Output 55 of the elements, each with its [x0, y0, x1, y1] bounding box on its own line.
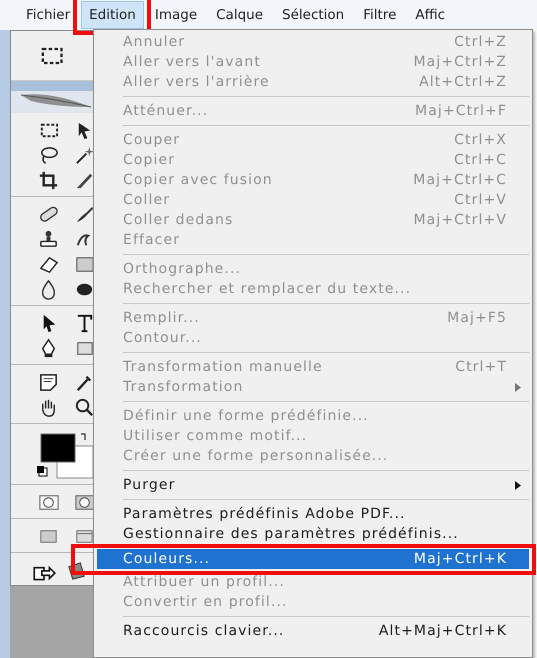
color-swatches-icon[interactable]: [37, 432, 93, 480]
shortcut-label: Maj+Ctrl+V: [414, 211, 507, 230]
note-icon[interactable]: [37, 371, 60, 394]
menu-item-label: Utiliser comme motif...: [123, 427, 308, 446]
menu-item-label: Aller vers l'arrière: [123, 73, 270, 92]
menu-item-label: Atténuer...: [123, 102, 208, 121]
menu-item-label: Contour...: [123, 329, 202, 348]
menu-item[interactable]: Purger: [97, 475, 529, 495]
shortcut-label: Ctrl+C: [454, 151, 507, 170]
shortcut-label: Maj+Ctrl+F: [415, 102, 507, 121]
menu-item-label: Définir une forme prédéfinie...: [123, 407, 369, 426]
menu-item-label: Gestionnaire des paramètres prédéfinis...: [123, 525, 459, 544]
menu-item[interactable]: Filtre: [355, 1, 404, 29]
menu-item-label: Raccourcis clavier...: [123, 622, 284, 641]
menu-item-label: Copier avec fusion: [123, 171, 273, 190]
menu-item-label: Couper: [123, 131, 180, 150]
menu-item-label: Remplir...: [123, 309, 200, 328]
shortcut-label: Ctrl+Z: [454, 33, 507, 52]
shortcut-label: Maj+Ctrl+K: [414, 550, 507, 569]
menu-item-label: Attribuer un profil...: [123, 573, 285, 592]
menu-item[interactable]: Image: [146, 1, 206, 29]
shortcut-label: Maj+F5: [447, 309, 507, 328]
menu-item-label: Couleurs...: [123, 550, 210, 569]
zoom-icon[interactable]: [73, 396, 96, 419]
shortcut-label: Alt+Maj+Ctrl+K: [378, 622, 507, 641]
menu-item-label: Créer une forme personnalisée...: [123, 447, 388, 466]
menu-item[interactable]: Edition: [81, 1, 144, 29]
menu-item[interactable]: Paramètres prédéfinis Adobe PDF...: [97, 504, 529, 524]
menu-item-label: Annuler: [123, 33, 186, 52]
menu-item[interactable]: Couleurs... Maj+Ctrl+K: [97, 549, 529, 569]
crop-icon[interactable]: [37, 169, 60, 192]
menu-item-label: Effacer: [123, 231, 180, 250]
menu-item[interactable]: Calque: [208, 1, 272, 29]
shortcut-label: Alt+Ctrl+Z: [419, 73, 507, 92]
menu-item[interactable]: Fichier: [18, 1, 78, 29]
menu-item[interactable]: Sélection: [274, 1, 352, 29]
menu-item-label: Coller dedans: [123, 211, 234, 230]
menu-item-label: Aller vers l'avant: [123, 53, 261, 72]
menu-item-label: Convertir en profil...: [123, 593, 288, 612]
menu-item-label: Transformation manuelle: [123, 358, 323, 377]
menu-item-label: Transformation: [123, 378, 244, 397]
menu-item[interactable]: Affic: [407, 1, 454, 29]
shortcut-label: Ctrl+X: [454, 131, 507, 150]
menu-item-label: Purger: [123, 476, 176, 495]
menu-item-label: Paramètres prédéfinis Adobe PDF...: [123, 505, 406, 524]
menu-item-label: Copier: [123, 151, 176, 170]
menu-item-label: Coller: [123, 191, 170, 210]
menu-item[interactable]: Raccourcis clavier... Alt+Maj+Ctrl+K: [97, 621, 529, 641]
menu-item-label: Orthographe...: [123, 260, 242, 279]
menu-item-label: Rechercher et remplacer du texte...: [123, 280, 412, 299]
shortcut-label: Ctrl+T: [455, 358, 507, 377]
menu-item[interactable]: Gestionnaire des paramètres prédéfinis...: [97, 524, 529, 544]
shortcut-label: Maj+Ctrl+C: [413, 171, 507, 190]
shortcut-label: Maj+Ctrl+Z: [413, 53, 507, 72]
shortcut-label: Ctrl+V: [454, 191, 507, 210]
